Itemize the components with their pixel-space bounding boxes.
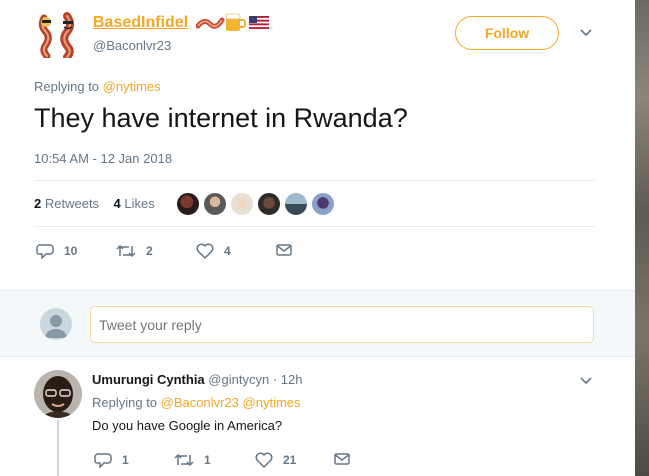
- reply-text: Do you have Google in America?: [92, 418, 283, 433]
- liker-avatar[interactable]: [257, 192, 281, 216]
- heart-icon: [196, 243, 214, 259]
- author-avatar[interactable]: [36, 12, 82, 58]
- liker-avatar[interactable]: [203, 192, 227, 216]
- replying-to-label: Replying to: [92, 395, 158, 410]
- reply-action[interactable]: 10: [36, 243, 77, 259]
- liker-avatars: [176, 192, 335, 216]
- like-action[interactable]: 4: [196, 243, 231, 259]
- reply-icon: [94, 453, 112, 468]
- mention-link[interactable]: @nytimes: [243, 395, 301, 410]
- reply-author-avatar[interactable]: [34, 370, 82, 418]
- replying-to-line: Replying to @nytimes: [34, 79, 161, 94]
- envelope-icon: [276, 244, 292, 256]
- follow-button[interactable]: Follow: [455, 16, 559, 50]
- liker-avatar[interactable]: [176, 192, 200, 216]
- retweet-count: 2: [146, 244, 153, 258]
- like-count: 4: [224, 244, 231, 258]
- retweets-stat[interactable]: 2 Retweets: [34, 196, 99, 211]
- direct-message-action[interactable]: [334, 452, 350, 466]
- reply-count: 10: [64, 244, 78, 258]
- reply-replying-to-line: Replying to @Baconlvr23 @nytimes: [92, 395, 301, 410]
- retweet-action[interactable]: 2: [116, 243, 153, 259]
- retweet-icon: [174, 453, 194, 467]
- reply-header: Umurungi Cynthia @gintycyn · 12h: [92, 372, 302, 387]
- tweet-timestamp[interactable]: 10:54 AM - 12 Jan 2018: [34, 151, 172, 166]
- reply-author-handle[interactable]: @gintycyn: [208, 372, 269, 387]
- reply-author-name[interactable]: Umurungi Cynthia: [92, 372, 205, 387]
- reply-icon: [36, 244, 54, 259]
- author-handle[interactable]: @Baconlvr23: [93, 38, 171, 53]
- reply-input[interactable]: [90, 306, 594, 343]
- tweet-text: They have internet in Rwanda?: [34, 103, 408, 133]
- likes-stat[interactable]: 4 Likes: [114, 196, 155, 211]
- replying-to-label: Replying to: [34, 79, 100, 94]
- mention-link[interactable]: @Baconlvr23: [161, 395, 239, 410]
- reply-time[interactable]: 12h: [281, 372, 303, 387]
- chevron-down-icon[interactable]: [580, 377, 592, 385]
- default-user-icon: [45, 315, 67, 338]
- liker-avatar[interactable]: [230, 192, 254, 216]
- heart-icon: [255, 452, 273, 468]
- mention-link[interactable]: @nytimes: [103, 79, 161, 94]
- background-photo-edge: [635, 0, 649, 476]
- liker-avatar[interactable]: [311, 192, 335, 216]
- tweet-stats: 2 Retweets 4 Likes: [34, 196, 155, 211]
- envelope-icon: [334, 453, 350, 465]
- divider: [34, 180, 595, 181]
- reply-count: 1: [122, 453, 129, 467]
- retweet-count: 1: [204, 453, 211, 467]
- direct-message-action[interactable]: [276, 243, 292, 257]
- current-user-avatar: [40, 308, 72, 340]
- liker-avatar[interactable]: [284, 192, 308, 216]
- chevron-down-icon[interactable]: [580, 29, 592, 37]
- tweet-permalink-card: BasedInfidel @Baconlvr23 Follow Replying…: [0, 0, 635, 476]
- reply-compose-area: [0, 290, 635, 357]
- retweet-icon: [116, 244, 136, 258]
- author-display-name[interactable]: BasedInfidel: [93, 14, 188, 32]
- reply-separator: ·: [272, 372, 278, 387]
- like-count: 21: [283, 453, 297, 467]
- divider: [34, 226, 595, 227]
- bacon-beer-flag-emoji-icon: [196, 13, 269, 31]
- retweet-action[interactable]: 1: [174, 452, 211, 468]
- reply-action[interactable]: 1: [94, 452, 129, 468]
- like-action[interactable]: 21: [255, 452, 296, 468]
- thread-line: [57, 420, 59, 476]
